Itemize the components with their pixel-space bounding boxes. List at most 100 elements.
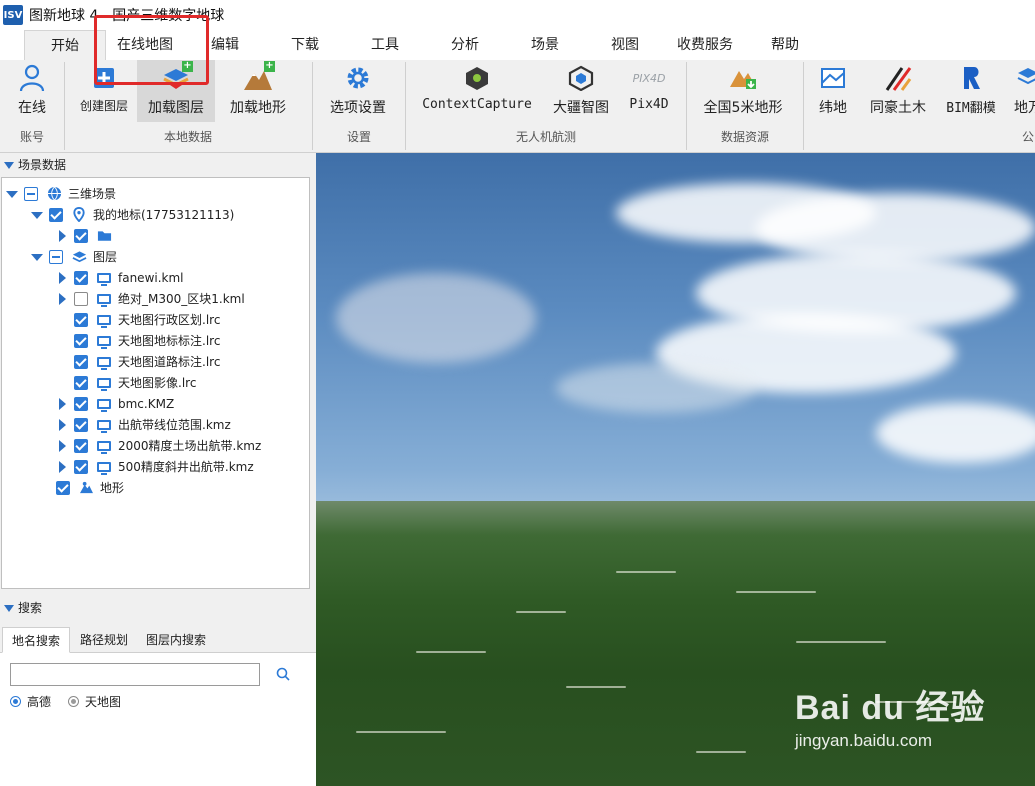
tab-paid-services[interactable]: 收费服务: [668, 30, 742, 60]
node-checkbox[interactable]: [74, 228, 88, 243]
left-panel: 场景数据 三维场景 我的地标(17753121113) 图层 fanewi.km…: [0, 153, 316, 786]
tonghao-button[interactable]: 同豪土木: [862, 60, 934, 122]
group-separator: [803, 62, 804, 150]
node-checkbox[interactable]: [74, 459, 88, 474]
terrain-streak: [516, 611, 566, 613]
pix4d-button[interactable]: PIX4D Pix4D: [622, 60, 676, 122]
tree-node-layer[interactable]: fanewi.kml: [56, 267, 184, 288]
tree-node-my-landmarks[interactable]: 我的地标(17753121113): [31, 204, 234, 225]
weidi-icon: [818, 63, 848, 93]
tab-scene[interactable]: 场景: [512, 30, 578, 60]
collapse-arrow-icon: [4, 605, 14, 612]
scene-data-header[interactable]: 场景数据: [0, 154, 316, 176]
options-settings-label: 选项设置: [330, 100, 386, 116]
tree-node-layer[interactable]: 500精度斜井出航带.kmz: [56, 456, 254, 477]
tab-help[interactable]: 帮助: [752, 30, 818, 60]
tab-view[interactable]: 视图: [592, 30, 658, 60]
radio-gaode[interactable]: 高德: [10, 693, 51, 710]
dajiang-button[interactable]: 大疆智图: [546, 60, 616, 122]
tab-analysis[interactable]: 分析: [432, 30, 498, 60]
monitor-icon: [96, 292, 112, 307]
monitor-icon: [96, 355, 112, 370]
terrain-streak: [416, 651, 486, 653]
tree-node-layer[interactable]: 天地图地标标注.lrc: [74, 330, 220, 351]
tree-node-folder[interactable]: [56, 225, 118, 246]
bim-button[interactable]: BIM翻模: [938, 60, 1004, 122]
expand-arrow-icon[interactable]: [56, 271, 68, 284]
expand-arrow-icon[interactable]: [56, 460, 68, 473]
tab-route-planning[interactable]: 路径规划: [72, 627, 136, 653]
tree-node-layer[interactable]: 绝对_M300_区块1.kml: [56, 288, 245, 309]
expand-arrow-icon[interactable]: [56, 229, 68, 242]
terrain-streak: [696, 751, 746, 753]
contextcapture-button[interactable]: ContextCapture: [418, 60, 536, 122]
node-checkbox[interactable]: [56, 480, 70, 495]
node-checkbox[interactable]: [74, 354, 88, 369]
mountain-icon: +: [243, 61, 275, 93]
expand-arrow-icon[interactable]: [31, 209, 43, 221]
group-label-settings: 设置: [346, 130, 371, 144]
tree-node-layer[interactable]: 出航带线位范围.kmz: [56, 414, 231, 435]
node-checkbox[interactable]: [49, 207, 63, 222]
bim-icon: [956, 63, 986, 93]
node-checkbox[interactable]: [24, 186, 38, 201]
more-button[interactable]: 地万: [1008, 60, 1035, 122]
search-title: 搜索: [18, 601, 43, 615]
expand-arrow-icon[interactable]: [31, 251, 43, 263]
node-checkbox[interactable]: [74, 396, 88, 411]
tree-node-label: 天地图道路标注.lrc: [118, 355, 221, 369]
monitor-icon: [96, 397, 112, 412]
tree-node-label: 2000精度土场出航带.kmz: [118, 439, 262, 453]
tree-node-layer[interactable]: bmc.KMZ: [56, 393, 174, 414]
options-settings-button[interactable]: 选项设置: [322, 60, 394, 122]
monitor-icon: [96, 439, 112, 454]
dajiang-icon: [566, 63, 596, 93]
tree-node-layer[interactable]: 天地图行政区划.lrc: [74, 309, 220, 330]
node-checkbox[interactable]: [74, 375, 88, 390]
tree-node-label: 三维场景: [68, 187, 117, 201]
group-separator: [312, 62, 313, 150]
node-checkbox[interactable]: [74, 270, 88, 285]
monitor-icon: [96, 313, 112, 328]
tab-tools[interactable]: 工具: [352, 30, 418, 60]
tonghao-label: 同豪土木: [870, 100, 926, 116]
watermark-url: jingyan.baidu.com: [795, 731, 933, 750]
expand-arrow-icon[interactable]: [56, 397, 68, 410]
monitor-icon: [96, 271, 112, 286]
terrain-5m-button[interactable]: 全国5米地形: [694, 60, 792, 122]
search-header[interactable]: 搜索: [0, 597, 316, 619]
tab-place-search[interactable]: 地名搜索: [2, 627, 70, 653]
node-checkbox[interactable]: [74, 312, 88, 327]
tree-node-terrain[interactable]: 地形: [56, 477, 124, 498]
contextcapture-label: ContextCapture: [422, 97, 532, 112]
expand-arrow-icon[interactable]: [56, 292, 68, 305]
tonghao-icon: [883, 63, 913, 93]
pix4d-icon: PIX4D: [632, 71, 666, 85]
expand-arrow-icon[interactable]: [56, 418, 68, 431]
group-separator: [405, 62, 406, 150]
terrain-streak: [616, 571, 676, 573]
expand-arrow-icon[interactable]: [56, 439, 68, 452]
load-terrain-button[interactable]: + 加载地形: [222, 60, 294, 122]
node-checkbox[interactable]: [49, 249, 63, 264]
tree-node-layers[interactable]: 图层: [31, 246, 117, 267]
radio-button[interactable]: [68, 696, 79, 707]
tree-node-layer[interactable]: 2000精度土场出航带.kmz: [56, 435, 261, 456]
tree-node-layer[interactable]: 天地图影像.lrc: [74, 372, 196, 393]
cloud: [756, 193, 1035, 263]
node-checkbox[interactable]: [74, 417, 88, 432]
node-checkbox[interactable]: [74, 291, 88, 306]
search-icon[interactable]: [276, 667, 290, 684]
radio-button[interactable]: [10, 696, 21, 707]
expand-arrow-icon[interactable]: [6, 188, 18, 200]
tree-node-3d-scene[interactable]: 三维场景: [6, 183, 116, 204]
node-checkbox[interactable]: [74, 333, 88, 348]
tree-node-layer[interactable]: 天地图道路标注.lrc: [74, 351, 220, 372]
radio-tianditu[interactable]: 天地图: [68, 693, 121, 710]
search-input[interactable]: [10, 663, 260, 686]
node-checkbox[interactable]: [74, 438, 88, 453]
tab-layer-search[interactable]: 图层内搜索: [138, 627, 214, 653]
weidi-button[interactable]: 纬地: [810, 60, 856, 122]
tab-download[interactable]: 下载: [272, 30, 338, 60]
online-button[interactable]: 在线: [4, 60, 60, 122]
